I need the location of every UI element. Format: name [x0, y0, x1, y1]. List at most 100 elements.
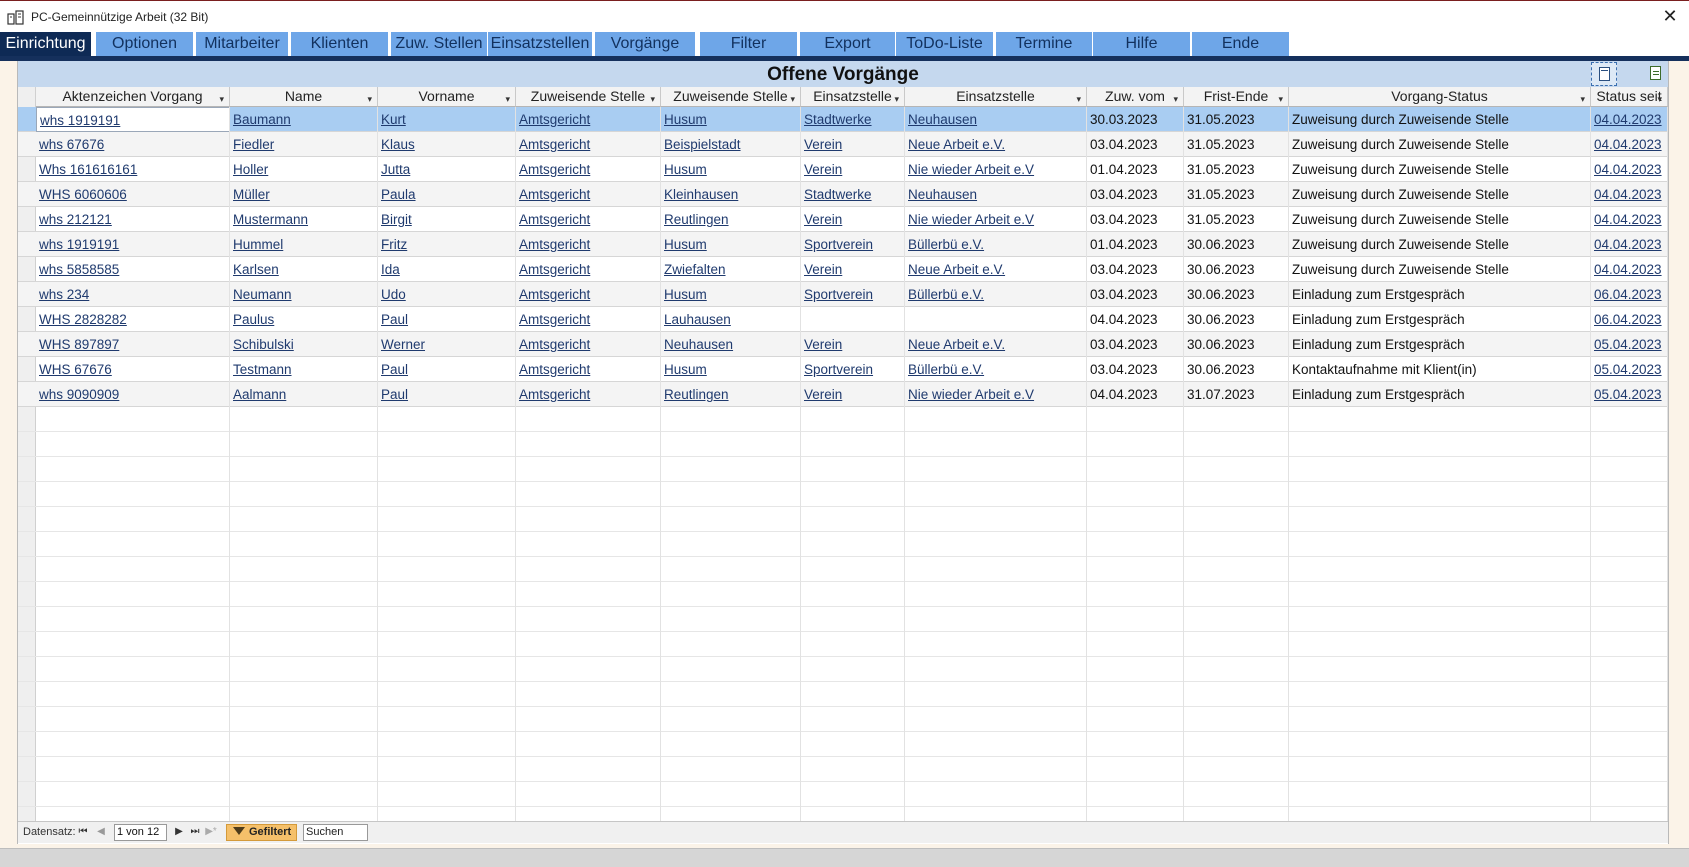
column-header-status-seit[interactable]: Status seit ▾ — [1591, 87, 1668, 107]
cell-vorname[interactable]: Klaus — [378, 132, 516, 157]
table-row[interactable]: WHS 6060606 Müller Paula Amtsgericht Kleinha… — [18, 182, 1668, 207]
cell-einsatzstelle[interactable]: Neuhausen — [905, 182, 1087, 207]
menu-vorgänge-button[interactable]: Vorgänge — [595, 32, 695, 56]
cell-vorname[interactable]: Paula — [378, 182, 516, 207]
table-row[interactable]: whs 5858585 Karlsen Ida Amtsgericht Zwiefalt… — [18, 257, 1668, 282]
cell-status-seit[interactable]: 04.04.2023 — [1591, 182, 1668, 207]
cell-einsatzstelle-typ[interactable]: Stadtwerke — [801, 107, 905, 132]
cell-einsatzstelle[interactable]: Nie wieder Arbeit e.V — [905, 382, 1087, 407]
cell-einsatzstelle-typ[interactable]: Verein — [801, 257, 905, 282]
cell-zuweisende-stelle[interactable]: Amtsgericht — [516, 132, 661, 157]
cell-einsatzstelle-typ[interactable]: Verein — [801, 207, 905, 232]
cell-einsatzstelle-typ[interactable]: Verein — [801, 332, 905, 357]
cell-zuweisende-stelle-ort[interactable]: Husum — [661, 107, 801, 132]
column-header-aktenzeichen[interactable]: Aktenzeichen Vorgang ▾ — [36, 87, 230, 107]
cell-zuweisende-stelle-ort[interactable]: Reutlingen — [661, 207, 801, 232]
cell-einsatzstelle-typ[interactable]: Stadtwerke — [801, 182, 905, 207]
cell-vorname[interactable]: Paul — [378, 357, 516, 382]
previous-record-button[interactable]: ◀ — [94, 825, 108, 839]
cell-aktenzeichen[interactable]: whs 67676 — [36, 132, 230, 157]
cell-zuweisende-stelle-ort[interactable]: Zwiefalten — [661, 257, 801, 282]
cell-name[interactable]: Müller — [230, 182, 378, 207]
cell-einsatzstelle[interactable]: Neue Arbeit e.V. — [905, 257, 1087, 282]
cell-zuweisende-stelle-ort[interactable]: Lauhausen — [661, 307, 801, 332]
menu-mitarbeiter-button[interactable]: Mitarbeiter — [196, 32, 288, 56]
cell-einsatzstelle-typ[interactable]: Sportverein — [801, 232, 905, 257]
cell-vorname[interactable]: Fritz — [378, 232, 516, 257]
table-row[interactable]: whs 67676 Fiedler Klaus Amtsgericht Beispiel… — [18, 132, 1668, 157]
cell-aktenzeichen[interactable]: WHS 6060606 — [36, 182, 230, 207]
table-row[interactable]: Whs 161616161 Holler Jutta Amtsgericht Husum… — [18, 157, 1668, 182]
cell-aktenzeichen[interactable]: WHS 897897 — [36, 332, 230, 357]
column-header-name[interactable]: Name ▾ — [230, 87, 378, 107]
cell-einsatzstelle[interactable]: Büllerbü e.V. — [905, 232, 1087, 257]
cell-vorname[interactable]: Birgit — [378, 207, 516, 232]
cell-status-seit[interactable]: 06.04.2023 — [1591, 282, 1668, 307]
cell-zuweisende-stelle-ort[interactable]: Neuhausen — [661, 332, 801, 357]
cell-status-seit[interactable]: 04.04.2023 — [1591, 207, 1668, 232]
cell-einsatzstelle-typ[interactable]: Sportverein — [801, 282, 905, 307]
menu-klienten-button[interactable]: Klienten — [291, 32, 388, 56]
cell-einsatzstelle[interactable]: Neue Arbeit e.V. — [905, 332, 1087, 357]
cell-zuweisende-stelle[interactable]: Amtsgericht — [516, 207, 661, 232]
cell-einsatzstelle[interactable]: Büllerbü e.V. — [905, 282, 1087, 307]
search-input[interactable]: Suchen — [303, 824, 368, 841]
cell-name[interactable]: Paulus — [230, 307, 378, 332]
cell-zuweisende-stelle[interactable]: Amtsgericht — [516, 157, 661, 182]
cell-einsatzstelle-typ[interactable]: Sportverein — [801, 357, 905, 382]
menu-einsatzstellen-button[interactable]: Einsatzstellen — [488, 32, 592, 56]
column-header-frist-ende[interactable]: Frist-Ende ▾ — [1184, 87, 1289, 107]
cell-vorname[interactable]: Jutta — [378, 157, 516, 182]
cell-vorname[interactable]: Werner — [378, 332, 516, 357]
cell-aktenzeichen[interactable]: whs 1919191 — [36, 232, 230, 257]
menu-filter-button[interactable]: Filter — [700, 32, 797, 56]
cell-name[interactable]: Schibulski — [230, 332, 378, 357]
cell-aktenzeichen[interactable]: whs 5858585 — [36, 257, 230, 282]
cell-status-seit[interactable]: 04.04.2023 — [1591, 257, 1668, 282]
cell-einsatzstelle[interactable]: Neuhausen — [905, 107, 1087, 132]
cell-einsatzstelle[interactable]: Nie wieder Arbeit e.V — [905, 157, 1087, 182]
cell-zuweisende-stelle[interactable]: Amtsgericht — [516, 357, 661, 382]
table-row[interactable]: WHS 2828282 Paulus Paul Amtsgericht Lauhause… — [18, 307, 1668, 332]
cell-zuweisende-stelle[interactable]: Amtsgericht — [516, 257, 661, 282]
cell-zuweisende-stelle-ort[interactable]: Kleinhausen — [661, 182, 801, 207]
report-button[interactable] — [1646, 64, 1666, 84]
column-header-einsatzstelle-typ[interactable]: Einsatzstelle ▾ — [801, 87, 905, 107]
cell-aktenzeichen[interactable]: Whs 161616161 — [36, 157, 230, 182]
cell-einsatzstelle-typ[interactable] — [801, 307, 905, 332]
cell-status-seit[interactable]: 04.04.2023 — [1591, 132, 1668, 157]
new-record-button[interactable]: ▶* — [204, 825, 218, 839]
cell-status-seit[interactable]: 05.04.2023 — [1591, 357, 1668, 382]
cell-einsatzstelle-typ[interactable]: Verein — [801, 132, 905, 157]
table-row[interactable]: WHS 897897 Schibulski Werner Amtsgericht Neu… — [18, 332, 1668, 357]
cell-name[interactable]: Karlsen — [230, 257, 378, 282]
first-record-button[interactable]: ⏮ — [76, 825, 90, 839]
table-row[interactable]: whs 212121 Mustermann Birgit Amtsgericht Reu… — [18, 207, 1668, 232]
single-view-button[interactable] — [1591, 62, 1617, 86]
cell-zuweisende-stelle[interactable]: Amtsgericht — [516, 307, 661, 332]
cell-aktenzeichen[interactable]: whs 212121 — [36, 207, 230, 232]
cell-status-seit[interactable]: 04.04.2023 — [1591, 107, 1668, 132]
cell-vorname[interactable]: Ida — [378, 257, 516, 282]
cell-zuweisende-stelle[interactable]: Amtsgericht — [516, 382, 661, 407]
cell-vorname[interactable]: Udo — [378, 282, 516, 307]
cell-vorname[interactable]: Kurt — [378, 107, 516, 132]
cell-name[interactable]: Holler — [230, 157, 378, 182]
cell-zuweisende-stelle[interactable]: Amtsgericht — [516, 332, 661, 357]
last-record-button[interactable]: ⏭ — [188, 825, 202, 839]
cell-name[interactable]: Aalmann — [230, 382, 378, 407]
cell-name[interactable]: Neumann — [230, 282, 378, 307]
cell-zuweisende-stelle-ort[interactable]: Husum — [661, 232, 801, 257]
filter-toggle[interactable]: Gefiltert — [226, 824, 297, 841]
cell-vorname[interactable]: Paul — [378, 382, 516, 407]
table-row[interactable]: whs 1919191 Baumann Kurt Amtsgericht Husum St… — [18, 107, 1668, 132]
record-counter[interactable]: 1 von 12 — [114, 824, 167, 841]
column-header-einsatzstelle[interactable]: Einsatzstelle ▾ — [905, 87, 1087, 107]
menu-einrichtung-button[interactable]: Einrichtung — [0, 32, 91, 56]
menu-optionen-button[interactable]: Optionen — [96, 32, 193, 56]
cell-status-seit[interactable]: 04.04.2023 — [1591, 232, 1668, 257]
table-row[interactable]: WHS 67676 Testmann Paul Amtsgericht Husum Spo… — [18, 357, 1668, 382]
column-header-vorname[interactable]: Vorname ▾ — [378, 87, 516, 107]
cell-einsatzstelle[interactable]: Nie wieder Arbeit e.V — [905, 207, 1087, 232]
cell-status-seit[interactable]: 04.04.2023 — [1591, 157, 1668, 182]
